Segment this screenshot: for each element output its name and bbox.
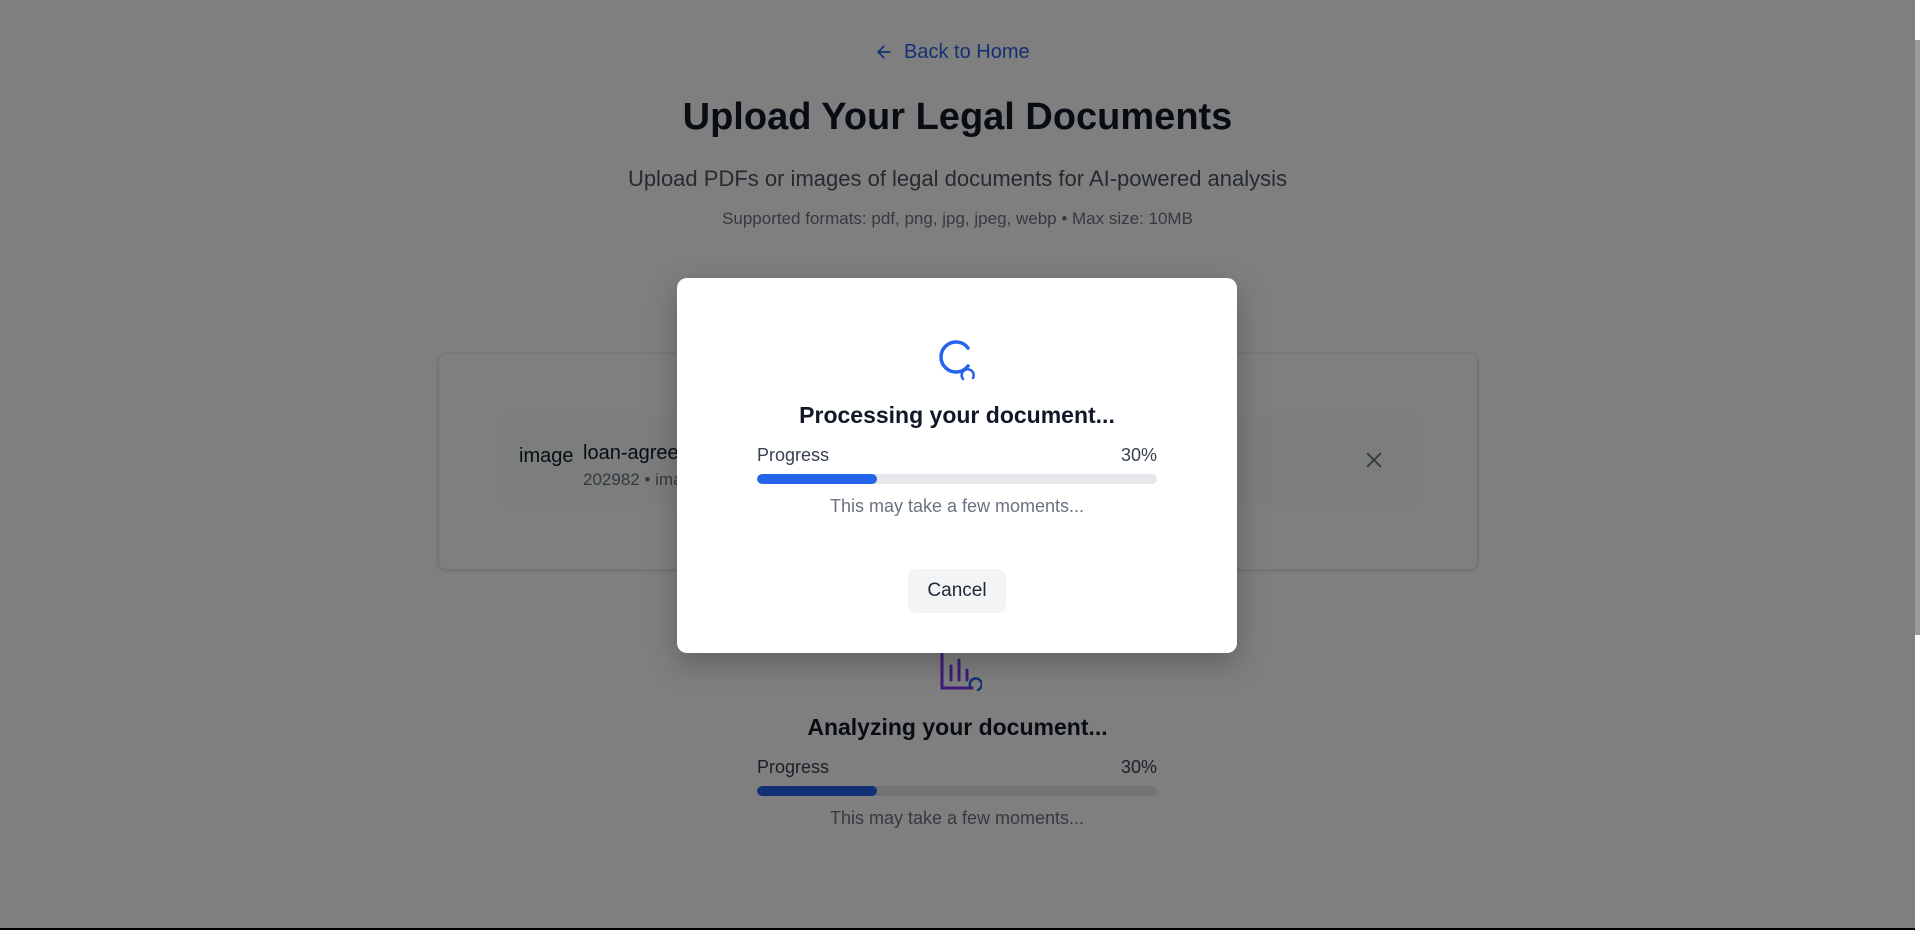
cancel-button[interactable]: Cancel (908, 569, 1006, 613)
progress-percent: 30% (1120, 445, 1157, 465)
progress-note: This may take a few moments... (829, 496, 1085, 516)
search-loader-icon (939, 340, 975, 381)
processing-modal: Processing your document... Progress 30%… (677, 278, 1237, 653)
modal-progress: Progress 30% This may take a few moments… (757, 444, 1157, 517)
progress-track (757, 474, 1157, 484)
modal-title: Processing your document... (799, 402, 1115, 428)
scrollbar-thumb[interactable] (1915, 40, 1920, 635)
progress-label: Progress (757, 445, 830, 465)
progress-bar-fill (757, 474, 877, 484)
